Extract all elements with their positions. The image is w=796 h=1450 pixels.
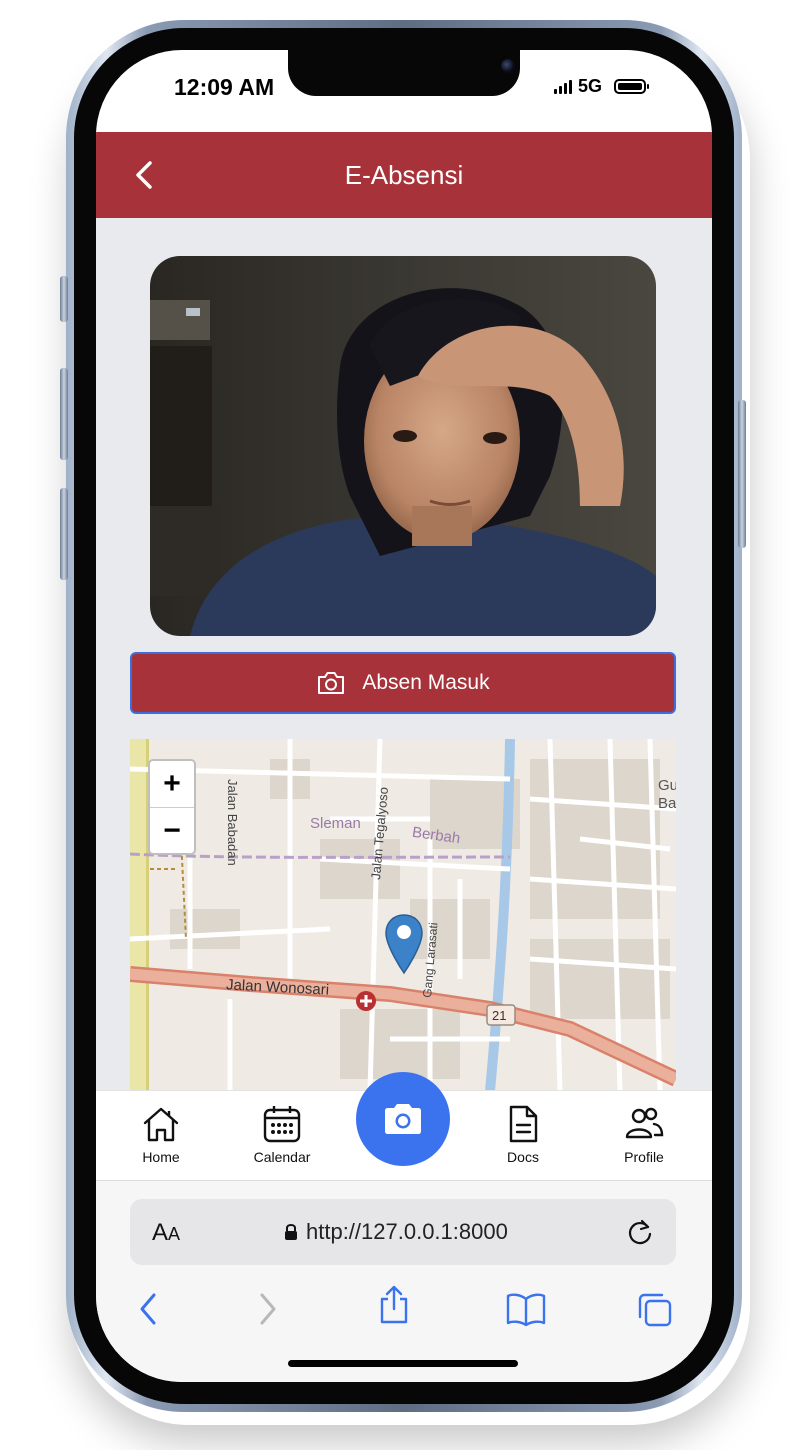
label-edge-1: Gu <box>658 777 676 794</box>
label-edge-2: Ba <box>658 795 676 812</box>
address-bar[interactable]: AA http://127.0.0.1:8000 <box>130 1199 676 1265</box>
back-button[interactable] <box>132 159 160 191</box>
zoom-in-button[interactable]: + <box>150 761 194 808</box>
lock-icon <box>285 1224 297 1240</box>
text-size-button[interactable]: AA <box>152 1219 180 1247</box>
calendar-icon <box>263 1106 301 1143</box>
nav-profile-label: Profile <box>624 1149 664 1165</box>
nav-docs[interactable]: Docs <box>478 1105 568 1165</box>
status-time: 12:09 AM <box>174 74 275 100</box>
absen-button-label: Absen Masuk <box>362 671 490 694</box>
battery-icon <box>614 79 650 94</box>
label-sleman: Sleman <box>310 815 361 832</box>
power-button <box>738 400 746 548</box>
main-content: Absen Masuk Jalan Wonosari Jalan Babadan… <box>96 218 712 1091</box>
silent-switch <box>60 276 68 322</box>
document-icon <box>509 1105 538 1143</box>
volume-up-button <box>60 368 68 460</box>
url-display: http://127.0.0.1:8000 <box>284 1219 508 1245</box>
tabs-icon[interactable] <box>636 1291 674 1329</box>
share-icon[interactable] <box>376 1285 412 1325</box>
app-header: E-Absensi <box>96 132 712 218</box>
selfie-photo <box>150 256 656 636</box>
status-indicators: 5G <box>554 76 650 97</box>
chevron-left-icon <box>136 161 152 189</box>
map-pin-icon[interactable] <box>384 913 424 977</box>
browser-forward-icon[interactable] <box>256 1291 280 1327</box>
zoom-control: + − <box>148 759 196 855</box>
nav-docs-label: Docs <box>507 1149 539 1165</box>
camera-icon <box>385 1104 421 1134</box>
notch <box>288 50 520 96</box>
nav-home-label: Home <box>142 1149 180 1165</box>
front-camera <box>501 59 515 73</box>
aa-big: A <box>152 1219 169 1246</box>
zoom-out-button[interactable]: − <box>150 808 194 854</box>
bookmarks-icon[interactable] <box>506 1291 546 1327</box>
camera-icon <box>318 672 345 694</box>
url-text: http://127.0.0.1:8000 <box>306 1219 508 1244</box>
browser-back-icon[interactable] <box>136 1291 160 1327</box>
selfie-image <box>150 256 656 636</box>
signal-icon <box>554 79 572 94</box>
page-title: E-Absensi <box>344 159 464 190</box>
nav-profile[interactable]: Profile <box>599 1105 689 1165</box>
home-icon <box>143 1107 179 1142</box>
network-type: 5G <box>578 76 603 96</box>
browser-toolbar: AA http://127.0.0.1:8000 <box>96 1180 712 1382</box>
camera-fab-button[interactable] <box>356 1072 450 1166</box>
nav-calendar[interactable]: Calendar <box>237 1105 327 1165</box>
phone-screen: 12:09 AM 5G E-Absensi Absen Masuk Jalan … <box>96 50 712 1382</box>
absen-masuk-button[interactable]: Absen Masuk <box>130 652 676 714</box>
profile-icon <box>625 1107 664 1139</box>
label-jalan-babadan: Jalan Babadan <box>225 779 240 866</box>
nav-home[interactable]: Home <box>116 1105 206 1165</box>
reload-icon[interactable] <box>626 1217 654 1247</box>
location-map[interactable]: Jalan Wonosari Jalan Babadan Jalan Tegal… <box>130 739 676 1091</box>
nav-calendar-label: Calendar <box>253 1149 311 1165</box>
home-indicator[interactable] <box>288 1360 518 1367</box>
aa-small: A <box>168 1224 181 1244</box>
volume-down-button <box>60 488 68 580</box>
route-number: 21 <box>492 1008 507 1023</box>
